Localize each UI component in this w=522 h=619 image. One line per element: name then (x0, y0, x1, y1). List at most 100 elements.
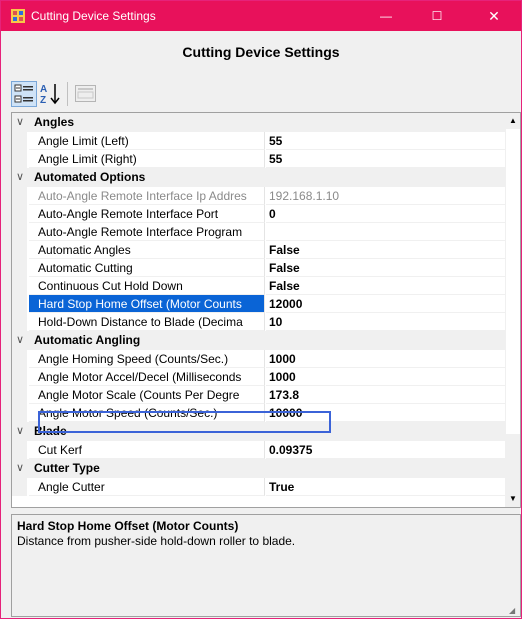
property-value[interactable]: 192.168.1.10 (266, 187, 505, 205)
property-pages-button[interactable] (73, 83, 99, 109)
alphabetical-sort-icon: A Z (40, 84, 60, 106)
property-name[interactable]: Auto-Angle Remote Interface Program (29, 223, 265, 241)
property-value[interactable]: 1000 (266, 350, 505, 368)
chevron-down-icon[interactable]: ∨ (16, 168, 28, 187)
property-value[interactable]: False (266, 259, 505, 277)
property-row[interactable]: Hold-Down Distance to Blade (Decima 10 (12, 313, 505, 331)
property-row[interactable]: Angle Motor Accel/Decel (Milliseconds 100… (12, 368, 505, 386)
property-name[interactable]: Hard Stop Home Offset (Motor Counts (29, 295, 265, 313)
property-value[interactable]: 173.8 (266, 386, 505, 404)
row-gutter (12, 150, 27, 168)
help-description: Distance from pusher-side hold-down roll… (17, 534, 296, 548)
property-row[interactable]: Continuous Cut Hold Down False (12, 277, 505, 295)
close-button[interactable]: ✕ (471, 1, 517, 31)
row-gutter (12, 478, 27, 496)
minimize-button[interactable]: — (363, 1, 409, 31)
property-value[interactable]: 1000 (266, 368, 505, 386)
property-value[interactable]: False (266, 277, 505, 295)
scroll-up-arrow-icon[interactable]: ▲ (505, 113, 520, 129)
help-pane: Hard Stop Home Offset (Motor Counts) Dis… (11, 514, 521, 617)
property-name[interactable]: Auto-Angle Remote Interface Port (29, 205, 265, 223)
property-value[interactable]: 12000 (266, 295, 505, 313)
resize-grip-icon[interactable]: ◢ (509, 606, 515, 615)
property-value[interactable]: 55 (266, 132, 505, 150)
property-value[interactable] (266, 223, 505, 241)
property-name[interactable]: Auto-Angle Remote Interface Ip Addres (29, 187, 265, 205)
property-value[interactable]: 0 (266, 205, 505, 223)
row-gutter (12, 205, 27, 223)
row-gutter (12, 277, 27, 295)
property-value[interactable]: 0.09375 (266, 441, 505, 459)
row-gutter (12, 313, 27, 331)
page-title: Cutting Device Settings (182, 44, 340, 60)
property-row[interactable]: Automatic Angles False (12, 241, 505, 259)
maximize-button[interactable]: ☐ (414, 1, 460, 31)
property-value[interactable]: 10 (266, 313, 505, 331)
svg-text:Z: Z (40, 95, 46, 106)
property-name[interactable]: Automatic Angles (29, 241, 265, 259)
property-name[interactable]: Angle Homing Speed (Counts/Sec.) (29, 350, 265, 368)
category-row[interactable]: ∨ Blade (12, 422, 505, 441)
property-row[interactable]: Cut Kerf 0.09375 (12, 441, 505, 459)
property-name[interactable]: Cut Kerf (29, 441, 265, 459)
category-row[interactable]: ∨ Automated Options (12, 168, 505, 187)
property-value[interactable]: 55 (266, 150, 505, 168)
row-gutter (12, 404, 27, 422)
property-row[interactable]: Angle Cutter True (12, 478, 505, 496)
category-label: Blade (34, 424, 67, 438)
chevron-down-icon[interactable]: ∨ (16, 422, 28, 441)
property-row[interactable]: Angle Motor Scale (Counts Per Degre 173.8 (12, 386, 505, 404)
property-name[interactable]: Continuous Cut Hold Down (29, 277, 265, 295)
property-name[interactable]: Angle Limit (Left) (29, 132, 265, 150)
property-name[interactable]: Angle Motor Scale (Counts Per Degre (29, 386, 265, 404)
categorized-view-icon (11, 81, 37, 107)
category-label: Automatic Angling (34, 333, 141, 347)
category-label: Angles (34, 115, 75, 129)
row-gutter (12, 368, 27, 386)
svg-text:A: A (40, 84, 47, 95)
category-row[interactable]: ∨ Automatic Angling (12, 331, 505, 350)
alphabetical-sort-button[interactable]: A Z (39, 81, 63, 107)
property-row[interactable]: Auto-Angle Remote Interface Ip Addres 192… (12, 187, 505, 205)
help-title: Hard Stop Home Offset (Motor Counts) (17, 519, 239, 533)
property-row[interactable]: Angle Limit (Right) 55 (12, 150, 505, 168)
settings-window: Cutting Device Settings — ☐ ✕ Cutting De… (0, 0, 522, 619)
property-value[interactable]: 10000 (266, 404, 505, 422)
window-title: Cutting Device Settings (31, 9, 156, 23)
property-name[interactable]: Hold-Down Distance to Blade (Decima (29, 313, 265, 331)
scroll-down-arrow-icon[interactable]: ▼ (505, 491, 520, 507)
toolbar-separator (67, 82, 68, 106)
property-value[interactable]: False (266, 241, 505, 259)
property-row[interactable]: Auto-Angle Remote Interface Port 0 (12, 205, 505, 223)
property-row[interactable]: Angle Motor Speed (Counts/Sec.) 10000 (12, 404, 505, 422)
category-label: Automated Options (34, 170, 146, 184)
category-row[interactable]: ∨ Angles (12, 113, 505, 132)
property-row[interactable]: Hard Stop Home Offset (Motor Counts 12000 (12, 295, 505, 313)
property-name[interactable]: Angle Motor Speed (Counts/Sec.) (29, 404, 265, 422)
property-pages-icon (75, 85, 96, 102)
row-gutter (12, 441, 27, 459)
vertical-scrollbar[interactable]: ▲ ▼ (505, 113, 520, 507)
row-gutter (12, 350, 27, 368)
property-name[interactable]: Angle Motor Accel/Decel (Milliseconds (29, 368, 265, 386)
property-grid[interactable]: ∨ Angles Angle Limit (Left) 55 Angle Limit (… (11, 112, 521, 508)
title-bar[interactable]: Cutting Device Settings — ☐ ✕ (1, 1, 521, 31)
row-gutter (12, 295, 27, 313)
property-name[interactable]: Angle Limit (Right) (29, 150, 265, 168)
property-name[interactable]: Angle Cutter (29, 478, 265, 496)
chevron-down-icon[interactable]: ∨ (16, 113, 28, 132)
app-icon (11, 9, 25, 23)
property-row[interactable]: Automatic Cutting False (12, 259, 505, 277)
property-name[interactable]: Automatic Cutting (29, 259, 265, 277)
row-gutter (12, 241, 27, 259)
categorized-view-button[interactable] (11, 81, 37, 107)
property-row[interactable]: Angle Homing Speed (Counts/Sec.) 1000 (12, 350, 505, 368)
property-value[interactable]: True (266, 478, 505, 496)
chevron-down-icon[interactable]: ∨ (16, 459, 28, 478)
property-row[interactable]: Angle Limit (Left) 55 (12, 132, 505, 150)
chevron-down-icon[interactable]: ∨ (16, 331, 28, 350)
row-gutter (12, 223, 27, 241)
property-row[interactable]: Auto-Angle Remote Interface Program (12, 223, 505, 241)
category-row[interactable]: ∨ Cutter Type (12, 459, 505, 478)
scrollbar-thumb[interactable] (506, 129, 520, 434)
